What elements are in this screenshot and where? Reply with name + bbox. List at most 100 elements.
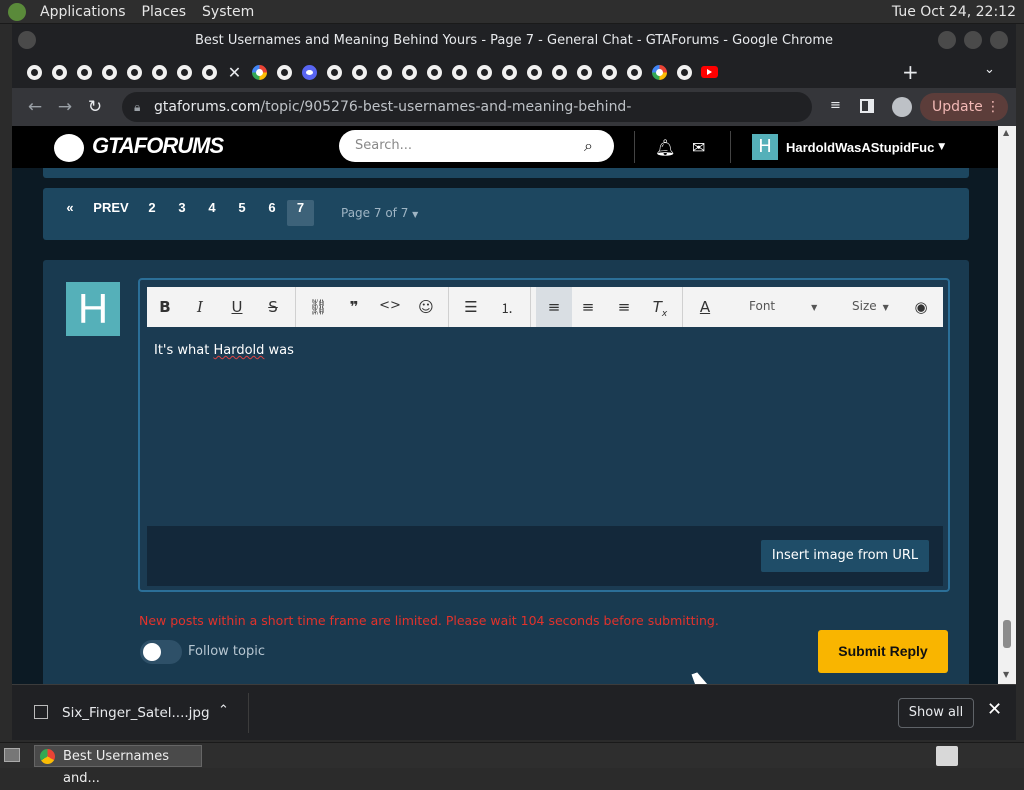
- browser-tab[interactable]: [572, 60, 597, 84]
- page-jump-dropdown[interactable]: Page 7 of 7 ▼: [341, 200, 418, 228]
- preview-eye-icon[interactable]: ◉: [909, 298, 933, 318]
- close-tab-icon[interactable]: ✕: [222, 63, 247, 82]
- gnome-top-panel: Applications Places System Tue Oct 24, 2…: [0, 0, 1024, 24]
- browser-tab[interactable]: [122, 60, 147, 84]
- browser-tab[interactable]: [322, 60, 347, 84]
- lock-icon[interactable]: 🔒︎: [134, 92, 140, 122]
- tab-search-chevron-icon[interactable]: ⌄: [984, 62, 995, 77]
- search-icon[interactable]: ⌕: [584, 136, 593, 156]
- browser-tab[interactable]: [172, 60, 197, 84]
- align-center-icon[interactable]: ≡: [576, 298, 600, 318]
- browser-tab[interactable]: [372, 60, 397, 84]
- new-tab-icon[interactable]: +: [902, 60, 919, 84]
- show-all-button[interactable]: Show all: [898, 698, 974, 728]
- download-item[interactable]: Six_Finger_Satel....jpg: [62, 705, 210, 721]
- follow-topic-toggle[interactable]: [140, 640, 182, 664]
- address-bar[interactable]: 🔒︎ gtaforums.com/topic/905276-best-usern…: [122, 92, 812, 145]
- page-6-link[interactable]: 6: [263, 200, 281, 226]
- browser-tab[interactable]: [497, 60, 522, 84]
- close-icon[interactable]: ✕: [987, 699, 1002, 720]
- places-menu[interactable]: Places: [134, 4, 195, 20]
- site-logo-text[interactable]: GTAFORUMS: [92, 133, 224, 159]
- browser-tab[interactable]: [672, 60, 697, 84]
- window-menu-button[interactable]: [18, 31, 36, 49]
- notifications-bell-icon[interactable]: 🔔︎: [655, 138, 675, 157]
- browser-tab[interactable]: [597, 60, 622, 84]
- maximize-button[interactable]: [964, 31, 982, 49]
- bold-icon[interactable]: B: [153, 298, 177, 318]
- browser-tab[interactable]: [547, 60, 572, 84]
- close-window-button[interactable]: [990, 31, 1008, 49]
- browser-tab[interactable]: [397, 60, 422, 84]
- page-5-link[interactable]: 5: [233, 200, 251, 226]
- numbered-list-icon[interactable]: ⒈: [495, 298, 519, 318]
- insert-image-url-button[interactable]: Insert image from URL: [761, 540, 929, 572]
- browser-tab[interactable]: ✕: [222, 60, 247, 84]
- first-page-icon[interactable]: «: [63, 200, 77, 226]
- browser-tab[interactable]: [72, 60, 97, 84]
- show-desktop-icon[interactable]: [4, 748, 20, 762]
- scroll-down-icon[interactable]: ▼: [1003, 670, 1009, 679]
- applications-menu[interactable]: Applications: [32, 4, 134, 20]
- align-left-icon[interactable]: ≡: [542, 298, 566, 318]
- browser-tab[interactable]: [347, 60, 372, 84]
- align-right-icon[interactable]: ≡: [612, 298, 636, 318]
- browser-tab[interactable]: [297, 60, 322, 84]
- bulleted-list-icon[interactable]: ☰: [459, 298, 483, 318]
- font-dropdown[interactable]: Font ▼: [749, 299, 817, 313]
- chrome-tray-icon[interactable]: [936, 746, 958, 766]
- browser-tab[interactable]: [647, 60, 672, 84]
- browser-tab[interactable]: [522, 60, 547, 84]
- chevron-up-icon[interactable]: ⌃: [218, 703, 229, 718]
- link-icon[interactable]: ⛓: [306, 298, 330, 318]
- kebab-menu-icon[interactable]: ⋮: [986, 93, 1000, 121]
- gtaforums-logo-icon[interactable]: [54, 134, 84, 162]
- messages-envelope-icon[interactable]: ✉: [692, 138, 705, 157]
- emoji-icon[interactable]: ☺: [414, 298, 438, 318]
- browser-tab[interactable]: [97, 60, 122, 84]
- scroll-up-icon[interactable]: ▲: [1003, 128, 1009, 137]
- underline-icon[interactable]: U: [225, 298, 249, 318]
- browser-tab[interactable]: [472, 60, 497, 84]
- browser-tab[interactable]: [247, 60, 272, 84]
- update-button[interactable]: Update ⋮: [920, 93, 1008, 121]
- reload-icon[interactable]: ↻: [80, 97, 110, 117]
- back-arrow-icon[interactable]: ←: [20, 97, 50, 117]
- page-2-link[interactable]: 2: [143, 200, 161, 226]
- minimize-button[interactable]: [938, 31, 956, 49]
- taskbar-chrome-window[interactable]: Best Usernames and...: [34, 745, 202, 786]
- forward-arrow-icon[interactable]: →: [50, 97, 80, 117]
- size-dropdown[interactable]: Size ▼: [852, 299, 889, 313]
- browser-tab[interactable]: [447, 60, 472, 84]
- quote-icon[interactable]: ❞: [342, 298, 366, 318]
- system-menu[interactable]: System: [194, 4, 262, 20]
- strikethrough-icon[interactable]: S: [261, 298, 285, 318]
- page-scrollbar[interactable]: ▲ ▼: [998, 126, 1016, 684]
- browser-tab[interactable]: [197, 60, 222, 84]
- clock[interactable]: Tue Oct 24, 22:12: [892, 4, 1016, 20]
- page-4-link[interactable]: 4: [203, 200, 221, 226]
- profile-avatar-icon[interactable]: [892, 97, 912, 117]
- clear-formatting-icon[interactable]: Tx: [648, 298, 672, 319]
- distro-icon[interactable]: [8, 2, 26, 21]
- reading-list-icon[interactable]: ≡: [830, 98, 841, 113]
- browser-tab[interactable]: [697, 60, 722, 84]
- editor-content[interactable]: It's what Hardold was: [154, 343, 294, 358]
- browser-tab[interactable]: [622, 60, 647, 84]
- browser-tab[interactable]: [422, 60, 447, 84]
- browser-tab[interactable]: [272, 60, 297, 84]
- side-panel-icon[interactable]: [860, 99, 874, 113]
- italic-icon[interactable]: I: [188, 298, 212, 318]
- scrollbar-thumb[interactable]: [1003, 620, 1011, 648]
- user-menu[interactable]: H HardoldWasAStupidFuc ▼: [752, 134, 945, 160]
- page-3-link[interactable]: 3: [173, 200, 191, 226]
- browser-tab[interactable]: [47, 60, 72, 84]
- follow-topic-label[interactable]: Follow topic: [188, 644, 265, 659]
- search-input[interactable]: Search...: [339, 130, 614, 162]
- submit-reply-button[interactable]: Submit Reply: [818, 630, 948, 673]
- text-color-icon[interactable]: A: [693, 298, 717, 318]
- browser-tab[interactable]: [147, 60, 172, 84]
- prev-page-button[interactable]: PREV: [91, 200, 131, 226]
- code-icon[interactable]: <>: [378, 298, 402, 318]
- browser-tab[interactable]: [22, 60, 47, 84]
